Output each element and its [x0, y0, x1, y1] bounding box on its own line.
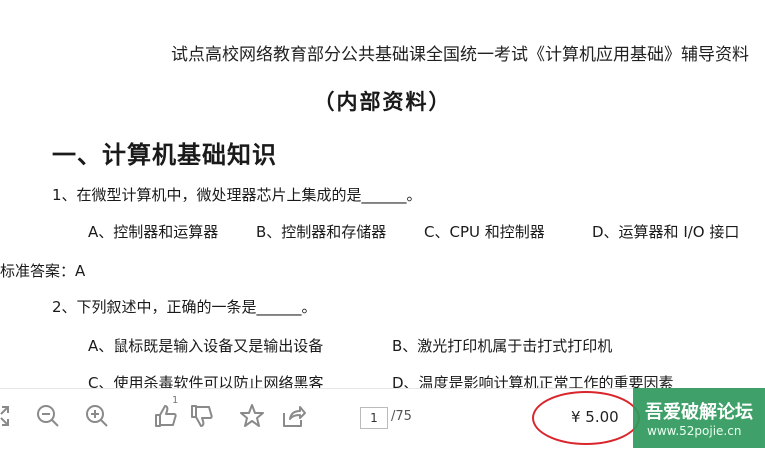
q2-option-a: A、鼠标既是输入设备又是输出设备 [88, 337, 324, 355]
thumbs-up-icon[interactable] [153, 403, 179, 429]
document-page: 试点高校网络教育部分公共基础课全国统一考试《计算机应用基础》辅导资料 （内部资料… [0, 0, 765, 388]
watermark-logo: 吾爱破解论坛 www.52pojie.cn [633, 388, 765, 448]
question-1: 1、在微型计算机中，微处理器芯片上集成的是______。 [52, 186, 422, 204]
page-total: /75 [391, 409, 412, 424]
document-header: 试点高校网络教育部分公共基础课全国统一考试《计算机应用基础》辅导资料 [171, 45, 749, 65]
q2-option-d: D、温度是影响计算机正常工作的重要因素 [392, 374, 674, 388]
q1-option-c: C、CPU 和控制器 [424, 223, 545, 241]
q1-answer: 标准答案：A [0, 262, 86, 280]
zoom-out-icon[interactable] [35, 403, 61, 429]
watermark-title: 吾爱破解论坛 [645, 402, 753, 423]
page-number-input[interactable]: 1 [360, 407, 388, 429]
q2-option-b: B、激光打印机属于击打式打印机 [392, 337, 613, 355]
document-subtitle: （内部资料） [313, 89, 452, 114]
question-2: 2、下列叙述中，正确的一条是______。 [52, 298, 317, 316]
like-count: 1 [172, 395, 179, 406]
zoom-in-icon[interactable] [84, 403, 110, 429]
q1-option-a: A、控制器和运算器 [88, 223, 219, 241]
section-title: 一、计算机基础知识 [52, 140, 277, 169]
share-icon[interactable] [281, 403, 307, 429]
fullscreen-icon[interactable] [0, 403, 12, 429]
star-icon[interactable] [239, 403, 265, 429]
thumbs-down-icon[interactable] [189, 403, 215, 429]
q1-option-d: D、运算器和 I/O 接口 [592, 223, 740, 241]
q2-option-c: C、使用杀毒软件可以防止网络黑客 [88, 374, 324, 388]
watermark-url: www.52pojie.cn [647, 424, 742, 438]
buy-button[interactable]: 购买 [680, 18, 710, 39]
q1-option-b: B、控制器和存储器 [256, 223, 387, 241]
price-label: ¥ 5.00 [571, 408, 619, 426]
